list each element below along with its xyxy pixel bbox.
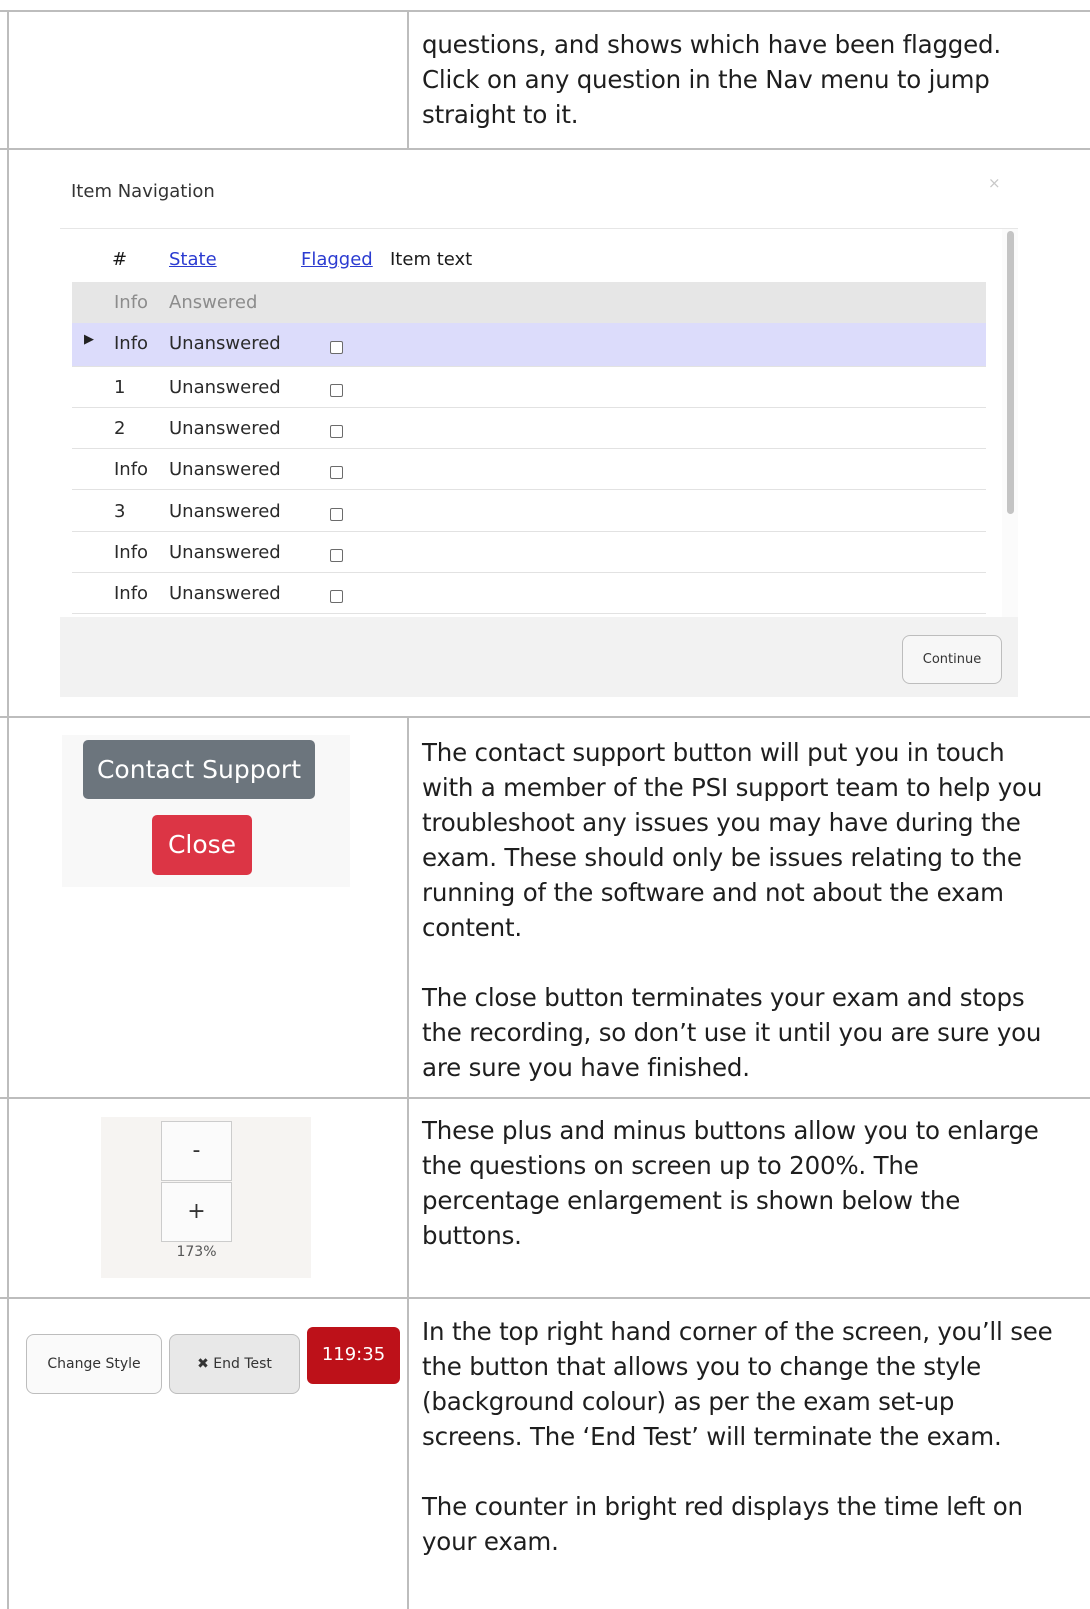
end-test-label: End Test	[213, 1356, 272, 1372]
table-row[interactable]: 2 Unanswered	[72, 408, 986, 449]
row-state: Unanswered	[169, 542, 281, 563]
scrollbar-thumb[interactable]	[1007, 231, 1014, 514]
contact-support-button[interactable]: Contact Support	[83, 740, 315, 799]
close-icon[interactable]: ×	[988, 174, 1001, 192]
current-row-arrow-icon: ▶	[84, 332, 94, 347]
flag-checkbox[interactable]	[330, 425, 343, 438]
change-style-button[interactable]: Change Style	[26, 1334, 162, 1394]
table-row[interactable]: 3 Unanswered	[72, 491, 986, 532]
row-number: Info	[114, 292, 149, 313]
row-number: Info	[114, 333, 149, 354]
table-row[interactable]: Info Unanswered	[72, 573, 986, 614]
flag-checkbox[interactable]	[330, 341, 343, 354]
row-number: 2	[114, 418, 126, 439]
timer-description: The counter in bright red displays the t…	[422, 1492, 1023, 1556]
row-divider	[0, 148, 1090, 150]
flag-checkbox[interactable]	[330, 549, 343, 562]
column-divider	[407, 12, 409, 149]
support-description: The contact support button will put you …	[422, 738, 1043, 942]
table-border-top	[0, 10, 1090, 12]
row-divider	[0, 1097, 1090, 1099]
table-row[interactable]: Info Unanswered	[72, 449, 986, 490]
flag-checkbox[interactable]	[330, 466, 343, 479]
table-row[interactable]: 1 Unanswered	[72, 367, 986, 408]
close-description: The close button terminates your exam an…	[422, 983, 1042, 1082]
flag-checkbox[interactable]	[330, 508, 343, 521]
nav-dialog-title: Item Navigation	[71, 181, 215, 202]
row-state: Unanswered	[169, 418, 281, 439]
zoom-in-button[interactable]: +	[161, 1182, 232, 1242]
close-icon: ✖	[197, 1356, 209, 1372]
column-header-state[interactable]: State	[169, 249, 217, 270]
row-divider	[0, 1297, 1090, 1299]
countdown-timer: 119:35	[307, 1327, 400, 1384]
row-number: Info	[114, 583, 149, 604]
row-number: 1	[114, 377, 126, 398]
zoom-description: These plus and minus buttons allow you t…	[422, 1116, 1039, 1250]
zoom-level: 173%	[176, 1244, 217, 1260]
nav-table-header: # State Flagged Item text	[60, 229, 986, 281]
column-header-num: #	[112, 249, 128, 270]
row-number: Info	[114, 542, 149, 563]
flag-checkbox[interactable]	[330, 384, 343, 397]
row-state: Unanswered	[169, 377, 281, 398]
column-divider	[407, 717, 409, 1609]
row-state: Unanswered	[169, 459, 281, 480]
table-row[interactable]: Info Answered	[72, 282, 986, 323]
dialog-footer: Continue	[60, 617, 1018, 697]
flag-checkbox[interactable]	[330, 590, 343, 603]
row-number: 3	[114, 501, 126, 522]
zoom-out-button[interactable]: -	[161, 1121, 232, 1181]
row-state: Unanswered	[169, 583, 281, 604]
row-state: Unanswered	[169, 501, 281, 522]
column-header-flagged[interactable]: Flagged	[301, 249, 373, 270]
nav-description: questions, and shows which have been fla…	[422, 30, 1001, 129]
toolbar-description: In the top right hand corner of the scre…	[422, 1317, 1053, 1451]
column-header-item-text: Item text	[390, 249, 473, 270]
row-state: Unanswered	[169, 333, 281, 354]
table-row[interactable]: ▶ Info Unanswered	[72, 323, 986, 367]
table-row[interactable]: Info Unanswered	[72, 532, 986, 573]
close-exam-button[interactable]: Close	[152, 815, 252, 875]
end-test-button[interactable]: ✖ End Test	[169, 1334, 300, 1394]
table-border-left	[7, 12, 9, 1609]
continue-button[interactable]: Continue	[902, 635, 1002, 684]
row-divider	[0, 716, 1090, 718]
item-navigation-dialog: # State Flagged Item text Info Answered …	[60, 228, 1018, 697]
row-number: Info	[114, 459, 149, 480]
row-state: Answered	[169, 292, 258, 313]
